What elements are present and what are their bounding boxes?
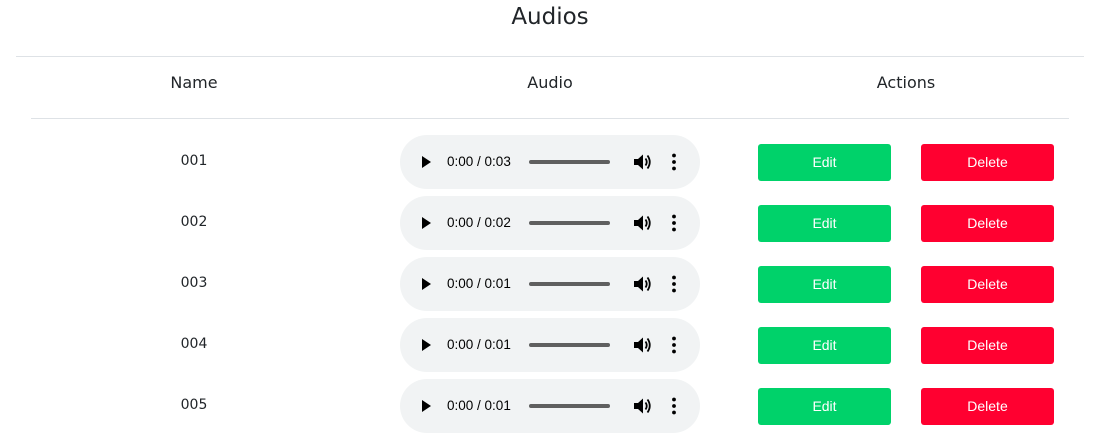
- audio-player[interactable]: 0:00 / 0:03: [400, 135, 700, 189]
- audio-player[interactable]: 0:00 / 0:02: [400, 196, 700, 250]
- edit-button[interactable]: Edit: [758, 144, 891, 181]
- header-divider: [31, 118, 1069, 119]
- play-icon[interactable]: [422, 278, 431, 290]
- time-separator: /: [473, 337, 485, 352]
- play-icon[interactable]: [422, 156, 431, 168]
- edit-button[interactable]: Edit: [758, 327, 891, 364]
- edit-button[interactable]: Edit: [758, 388, 891, 425]
- audio-name: 005: [180, 397, 208, 413]
- current-time: 0:00: [447, 398, 474, 413]
- audio-player[interactable]: 0:00 / 0:01: [400, 318, 700, 372]
- table-row: 002 0:00 / 0:02 Edit Delete: [0, 196, 1100, 250]
- duration: 0:01: [484, 337, 511, 352]
- delete-button[interactable]: Delete: [921, 144, 1054, 181]
- delete-button[interactable]: Delete: [921, 205, 1054, 242]
- progress-slider[interactable]: [529, 282, 610, 286]
- delete-button[interactable]: Delete: [921, 327, 1054, 364]
- edit-button[interactable]: Edit: [758, 205, 891, 242]
- play-icon[interactable]: [422, 400, 431, 412]
- current-time: 0:00: [447, 154, 474, 169]
- time-separator: /: [473, 276, 485, 291]
- more-vertical-icon[interactable]: [666, 396, 682, 416]
- more-vertical-icon[interactable]: [666, 213, 682, 233]
- more-vertical-icon[interactable]: [666, 335, 682, 355]
- edit-button[interactable]: Edit: [758, 266, 891, 303]
- duration: 0:01: [484, 276, 511, 291]
- duration: 0:01: [484, 398, 511, 413]
- more-vertical-icon[interactable]: [666, 274, 682, 294]
- title-divider: [16, 56, 1084, 57]
- more-vertical-icon[interactable]: [666, 152, 682, 172]
- play-icon[interactable]: [422, 339, 431, 351]
- current-time: 0:00: [447, 337, 474, 352]
- delete-button[interactable]: Delete: [921, 388, 1054, 425]
- duration: 0:02: [484, 215, 511, 230]
- current-time: 0:00: [447, 215, 474, 230]
- current-time: 0:00: [447, 276, 474, 291]
- column-header-name: Name: [170, 73, 218, 92]
- time-separator: /: [473, 215, 485, 230]
- volume-icon[interactable]: [632, 275, 652, 293]
- page-title: Audios: [511, 4, 589, 30]
- column-header-audio: Audio: [527, 73, 573, 92]
- audios-page: Audios Name Audio Actions 001 0:00 / 0:0…: [0, 0, 1100, 444]
- audio-player[interactable]: 0:00 / 0:01: [400, 257, 700, 311]
- duration: 0:03: [484, 154, 511, 169]
- time-display: 0:00 / 0:03: [447, 153, 511, 171]
- progress-slider[interactable]: [529, 160, 610, 164]
- time-separator: /: [473, 398, 485, 413]
- volume-icon[interactable]: [632, 153, 652, 171]
- volume-icon[interactable]: [632, 336, 652, 354]
- table-row: 001 0:00 / 0:03 Edit Delete: [0, 135, 1100, 189]
- audio-name: 003: [180, 275, 208, 291]
- time-display: 0:00 / 0:02: [447, 214, 511, 232]
- audio-name: 004: [180, 336, 208, 352]
- time-display: 0:00 / 0:01: [447, 336, 511, 354]
- table-row: 003 0:00 / 0:01 Edit Delete: [0, 257, 1100, 311]
- audio-name: 001: [180, 153, 208, 169]
- time-separator: /: [473, 154, 485, 169]
- progress-slider[interactable]: [529, 404, 610, 408]
- play-icon[interactable]: [422, 217, 431, 229]
- table-row: 005 0:00 / 0:01 Edit Delete: [0, 379, 1100, 433]
- progress-slider[interactable]: [529, 221, 610, 225]
- audio-player[interactable]: 0:00 / 0:01: [400, 379, 700, 433]
- table-row: 004 0:00 / 0:01 Edit Delete: [0, 318, 1100, 372]
- volume-icon[interactable]: [632, 214, 652, 232]
- audio-name: 002: [180, 214, 208, 230]
- column-header-actions: Actions: [876, 73, 936, 92]
- progress-slider[interactable]: [529, 343, 610, 347]
- time-display: 0:00 / 0:01: [447, 397, 511, 415]
- time-display: 0:00 / 0:01: [447, 275, 511, 293]
- volume-icon[interactable]: [632, 397, 652, 415]
- delete-button[interactable]: Delete: [921, 266, 1054, 303]
